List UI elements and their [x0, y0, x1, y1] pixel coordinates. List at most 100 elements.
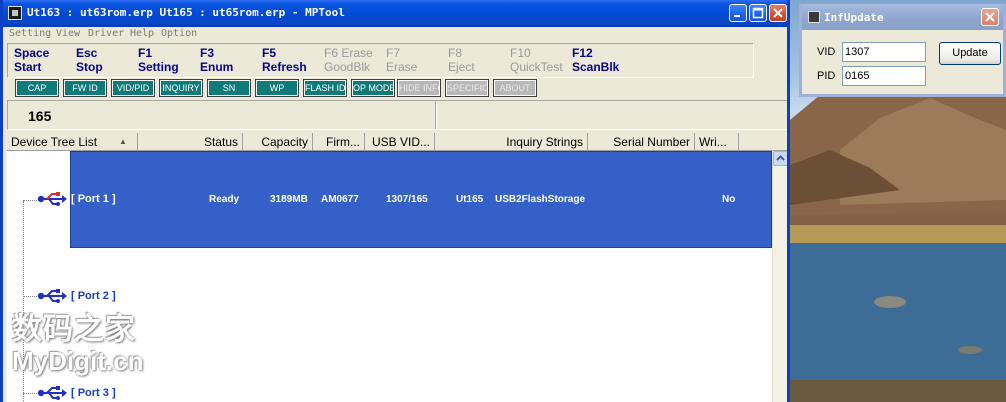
col-serial-number[interactable]: Serial Number: [588, 133, 695, 151]
vid-label: VID: [817, 46, 836, 58]
menu-option[interactable]: Option: [161, 28, 197, 39]
col-write-protect[interactable]: Wri...: [695, 133, 739, 151]
tool-eject[interactable]: F8 Eject: [448, 46, 475, 74]
col-status[interactable]: Status: [138, 133, 243, 151]
tool-stop[interactable]: Esc Stop: [76, 46, 103, 74]
tool-erase-goodblk[interactable]: F6 Erase GoodBlk: [324, 46, 373, 74]
info-divider: [435, 101, 436, 129]
minimize-icon: [734, 15, 740, 17]
close-icon: [773, 8, 783, 18]
tool-erase-label: Erase: [386, 60, 418, 74]
app-icon: [8, 6, 22, 20]
sn-button[interactable]: SN: [207, 79, 251, 97]
close-icon: [985, 12, 995, 22]
watermark: 数码之家 MyDigit.cn: [12, 312, 144, 376]
col-device-tree[interactable]: Device Tree List ▲: [7, 133, 138, 151]
dialog-close-button[interactable]: [981, 8, 999, 26]
cell-chip: Ut165: [456, 194, 484, 205]
tool-eject-key: F8: [448, 46, 463, 60]
menu-help[interactable]: Help: [130, 28, 154, 39]
pid-input[interactable]: [842, 66, 926, 86]
col-capacity[interactable]: Capacity: [243, 133, 313, 151]
title-bar[interactable]: Ut163 : ut63rom.erp Ut165 : ut65rom.erp …: [3, 0, 787, 27]
tree-branch: [23, 296, 37, 297]
cap-button[interactable]: CAP: [15, 79, 59, 97]
opmode-button[interactable]: OP MODE: [351, 79, 395, 97]
hideinfo-button[interactable]: HIDE INFO: [397, 79, 445, 97]
flashid-button[interactable]: FLASH ID: [303, 79, 347, 97]
info-panel: 165: [7, 100, 787, 130]
usb-port-icon: [37, 386, 67, 400]
tool-setting[interactable]: F1 Setting: [138, 46, 179, 74]
tool-scanblk-key: F12: [572, 46, 593, 60]
tool-erase-goodblk-key: F6 Erase: [324, 46, 373, 60]
tool-quicktest[interactable]: F10 QuickTest: [510, 46, 563, 74]
wp-button[interactable]: WP: [255, 79, 299, 97]
dialog-title: InfUpdate: [824, 11, 884, 24]
vertical-scrollbar[interactable]: [772, 151, 787, 402]
scroll-up-button[interactable]: [773, 151, 787, 166]
tool-stop-key: Esc: [76, 46, 98, 60]
col-device-tree-label: Device Tree List: [11, 135, 98, 149]
window-title: Ut163 : ut63rom.erp Ut165 : ut65rom.erp …: [27, 6, 345, 19]
port-label: [ Port 1 ]: [71, 193, 116, 205]
port-label: [ Port 3 ]: [71, 387, 116, 399]
tool-setting-key: F1: [138, 46, 153, 60]
inquiry-button[interactable]: INQUIRY: [159, 79, 203, 97]
tool-enum-label: Enum: [200, 60, 234, 74]
dialog-title-bar[interactable]: InfUpdate: [802, 4, 1003, 30]
cell-vidpid: 1307/165: [386, 194, 428, 205]
dialog-app-icon: [808, 11, 820, 23]
close-button[interactable]: [769, 4, 787, 22]
tool-erase-key: F7: [386, 46, 401, 60]
tool-refresh-key: F5: [262, 46, 277, 60]
tool-start[interactable]: Space Start: [14, 46, 49, 74]
usb-port-icon: [37, 289, 67, 303]
tool-refresh[interactable]: F5 Refresh: [262, 46, 307, 74]
tool-quicktest-label: QuickTest: [510, 60, 563, 74]
update-button[interactable]: Update: [939, 42, 1001, 65]
tool-quicktest-key: F10: [510, 46, 531, 60]
vidpid-button[interactable]: VID/PID: [111, 79, 155, 97]
menu-view[interactable]: View: [56, 28, 80, 39]
tree-item-port-1[interactable]: [ Port 1 ]: [7, 189, 127, 209]
col-firmware[interactable]: Firm...: [313, 133, 365, 151]
tree-branch: [23, 393, 37, 394]
cell-write-protect: No: [722, 194, 736, 205]
usb-device-icon: [37, 192, 67, 206]
list-header: Device Tree List ▲ Status Capacity Firm.…: [7, 133, 787, 151]
minimize-button[interactable]: [729, 4, 747, 22]
about-button[interactable]: ABOUT: [493, 79, 537, 97]
vid-input[interactable]: [842, 42, 926, 62]
tree-item-port-3[interactable]: [ Port 3 ]: [7, 384, 127, 402]
tool-stop-label: Stop: [76, 60, 103, 74]
pid-label: PID: [817, 70, 836, 82]
watermark-chinese: 数码之家: [12, 312, 136, 347]
maximize-button[interactable]: [749, 4, 767, 22]
tool-scanblk-label: ScanBlk: [572, 60, 620, 74]
tree-item-port-2[interactable]: [ Port 2 ]: [7, 287, 127, 307]
tool-erase[interactable]: F7 Erase: [386, 46, 417, 74]
col-usb-vid[interactable]: USB VID...: [365, 133, 435, 151]
tool-enum[interactable]: F3 Enum: [200, 46, 233, 74]
col-inquiry-strings[interactable]: Inquiry Strings: [435, 133, 588, 151]
fwid-button[interactable]: FW ID: [63, 79, 107, 97]
infupdate-dialog: InfUpdate VID PID Update: [799, 4, 1006, 97]
specific-button[interactable]: SPECIFIC: [445, 79, 489, 97]
menu-setting[interactable]: Setting: [9, 28, 51, 39]
cell-inquiry: USB2FlashStorage: [495, 194, 586, 205]
table-row-selected[interactable]: Ready 3189MB AM0677 1307/165 Ut165 USB2F…: [70, 151, 772, 248]
watermark-latin: MyDigit.cn: [12, 346, 144, 376]
tool-refresh-label: Refresh: [262, 60, 307, 74]
tool-start-label: Start: [14, 60, 42, 74]
tree-branch: [23, 200, 37, 201]
chevron-up-icon: [776, 155, 785, 161]
sort-ascending-icon: ▲: [119, 137, 127, 146]
maximize-icon: [752, 7, 764, 19]
tool-setting-label: Setting: [138, 60, 179, 74]
menu-bar: Setting View Driver Help Option: [3, 27, 787, 42]
tool-erase-goodblk-label: GoodBlk: [324, 60, 371, 74]
tool-scanblk[interactable]: F12 ScanBlk: [572, 46, 619, 74]
menu-driver[interactable]: Driver: [88, 28, 124, 39]
tool-eject-label: Eject: [448, 60, 475, 74]
